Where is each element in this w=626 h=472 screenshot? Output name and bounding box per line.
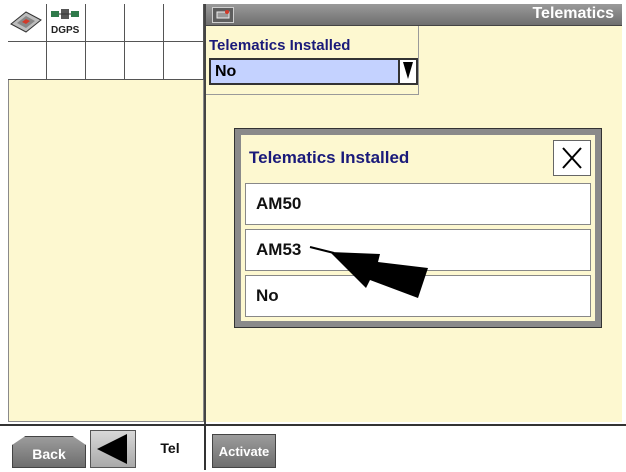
status-cell-7[interactable] xyxy=(47,42,86,80)
status-cell-5[interactable] xyxy=(164,4,204,42)
triangle-down-icon xyxy=(403,62,413,79)
status-cell-10[interactable] xyxy=(164,42,204,80)
tab-tel-label: Tel xyxy=(160,440,180,456)
back-button[interactable]: Back xyxy=(12,436,86,468)
activate-button[interactable]: Activate xyxy=(212,434,276,468)
status-cell-8[interactable] xyxy=(86,42,125,80)
title-bar: Telematics xyxy=(206,4,622,26)
status-cell-9[interactable] xyxy=(125,42,164,80)
option-am50[interactable]: AM50 xyxy=(245,183,591,225)
popup-title: Telematics Installed xyxy=(249,148,410,167)
tab-divider xyxy=(204,424,206,470)
activate-label: Activate xyxy=(218,444,270,459)
pointer-arrow-icon xyxy=(309,246,428,298)
gps-receiver-icon xyxy=(10,11,42,33)
status-cell-4[interactable] xyxy=(125,4,164,42)
status-cell-gps[interactable] xyxy=(8,4,47,42)
option-label: AM50 xyxy=(256,194,302,213)
dropdown-arrow-button[interactable] xyxy=(398,60,416,83)
previous-button[interactable] xyxy=(90,430,136,468)
telematics-installed-select[interactable]: No xyxy=(209,58,418,85)
field-divider xyxy=(206,94,418,95)
close-icon xyxy=(562,147,582,169)
status-cell-3[interactable] xyxy=(86,4,125,42)
arrow-left-icon xyxy=(97,434,127,464)
option-label: AM53 xyxy=(256,240,302,259)
back-label: Back xyxy=(32,446,66,462)
page-title: Telematics xyxy=(532,5,614,22)
dgps-label: DGPS xyxy=(51,25,80,36)
status-cell-6[interactable] xyxy=(8,42,47,80)
popup-close-button[interactable] xyxy=(553,140,591,176)
select-value: No xyxy=(215,63,237,80)
field-divider-vertical xyxy=(418,26,419,95)
telematics-installed-label: Telematics Installed xyxy=(209,37,351,54)
status-icon-grid: DGPS xyxy=(8,4,204,80)
telematics-icon xyxy=(212,7,234,23)
status-cell-dgps[interactable]: DGPS xyxy=(47,4,86,42)
bottom-bar: Back Tel Activate xyxy=(0,424,626,470)
satellite-icon xyxy=(51,9,79,19)
tab-tel[interactable]: Tel xyxy=(142,430,198,468)
option-label: No xyxy=(256,286,279,305)
